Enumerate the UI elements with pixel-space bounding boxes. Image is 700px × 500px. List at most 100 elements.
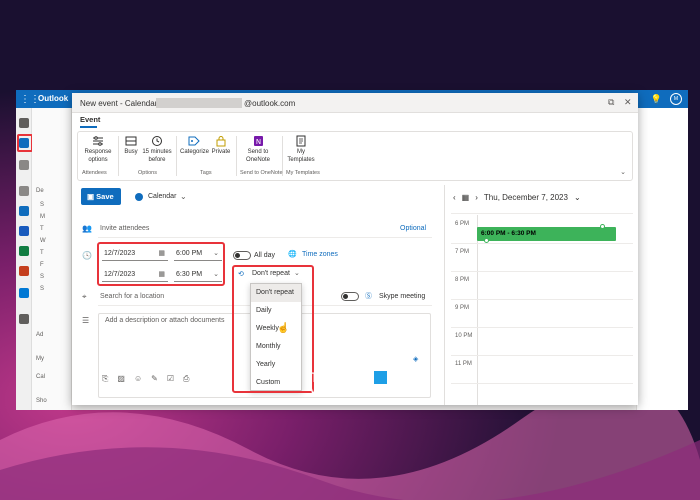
chevron-down-icon[interactable]: ⌄ [180, 192, 187, 201]
busy-label: Busy [124, 149, 138, 155]
notes-icon: ☰ [82, 316, 90, 325]
pop-out-icon[interactable]: ⧉ [608, 97, 614, 108]
tag-icon [188, 136, 200, 146]
private-button[interactable]: Private [210, 135, 232, 156]
day-navigation: ‹ ▦ › Thu, December 7, 2023 ⌄ [453, 193, 581, 202]
grid-line [451, 383, 633, 384]
divider [98, 237, 432, 238]
app-launcher-icon[interactable]: ⋮⋮ [20, 94, 40, 105]
attach-icon[interactable]: ⎘ [102, 374, 108, 384]
my-templates-label: My Templates [287, 149, 315, 163]
image-icon[interactable]: ▨ [117, 374, 125, 384]
grid-line [451, 271, 633, 272]
send-to-onenote-button[interactable]: N Send to OneNote [238, 135, 278, 164]
folder-fragment: T [40, 226, 44, 232]
group-attendees: Attendees [82, 170, 107, 176]
all-day-label: All day [254, 252, 276, 259]
background-calendar-area [636, 108, 688, 410]
more-apps-icon[interactable] [19, 314, 29, 324]
folder-fragment: S [40, 286, 45, 292]
emoji-icon[interactable]: ☺ [134, 374, 142, 384]
powerpoint-icon[interactable] [19, 266, 29, 276]
excel-icon[interactable] [19, 246, 29, 256]
chevron-left-icon[interactable]: ‹ [453, 193, 456, 202]
dialog-title-bar: New event - Calendar - @outlook.com ⧉ ✕ [72, 93, 638, 113]
reminder-label: 15 minutes before [142, 149, 172, 163]
categorize-button[interactable]: Categorize [180, 135, 209, 156]
reminder-button[interactable]: 15 minutes before [142, 135, 172, 164]
event-resize-handle[interactable] [600, 224, 605, 229]
add-people-icon: 👥 [82, 224, 92, 233]
hour-label: 6 PM [455, 221, 470, 227]
description-toolbar: ⎘ ▨ ☺ ✎ ☑ ⎙ [102, 374, 189, 384]
todo-icon[interactable] [19, 206, 29, 216]
folder-fragment: W [40, 238, 46, 244]
reminder-clock-icon [152, 136, 162, 146]
save-label: Save [96, 192, 114, 201]
ribbon-expand-icon[interactable]: ⌄ [620, 168, 626, 176]
group-send-to-onenote: Send to OneNote [240, 170, 283, 176]
my-templates-button[interactable]: My Templates [285, 135, 317, 164]
day-calendar-pane: ‹ ▦ › Thu, December 7, 2023 ⌄ 6 PM 7 PM … [444, 185, 638, 405]
invite-attendees-input[interactable]: Invite attendees [100, 225, 149, 232]
top-bar-actions: 💡 M [651, 93, 682, 105]
hour-label: 8 PM [455, 277, 470, 283]
busy-button[interactable]: Busy [122, 135, 140, 156]
onedrive-icon[interactable] [19, 288, 29, 298]
calendar-today-icon[interactable]: ▦ [462, 193, 470, 202]
location-pin-icon: ⌖ [82, 292, 87, 301]
attach-icon[interactable] [19, 186, 29, 196]
watermark-logo [374, 371, 387, 384]
grid-line [451, 355, 633, 356]
day-date-label[interactable]: Thu, December 7, 2023 [484, 193, 568, 202]
chevron-right-icon[interactable]: › [475, 193, 478, 202]
optional-link[interactable]: Optional [400, 225, 426, 232]
chevron-down-icon[interactable]: ⌄ [574, 193, 581, 202]
onenote-icon: N [254, 136, 263, 146]
save-button[interactable]: ▣ Save [81, 188, 121, 205]
skype-icon: Ⓢ [365, 293, 372, 300]
more-formatting-icon[interactable]: ⎙ [183, 374, 189, 384]
templates-icon [296, 135, 306, 147]
calendar-event-block[interactable]: 6:00 PM - 6:30 PM [477, 227, 616, 241]
response-options-button[interactable]: Response options [82, 135, 114, 164]
event-resize-handle[interactable] [484, 238, 489, 243]
response-options-icon [93, 136, 103, 146]
folder-fragment: Ad [36, 332, 44, 338]
grid-line [451, 243, 633, 244]
location-input[interactable]: Search for a location [100, 293, 164, 300]
calendar-selector[interactable]: Calendar [148, 193, 176, 200]
all-day-toggle[interactable] [233, 251, 251, 260]
folder-fragment: De [36, 188, 44, 194]
skype-toggle[interactable] [341, 292, 359, 301]
people-icon[interactable] [19, 160, 29, 170]
folder-fragment: S [40, 274, 45, 280]
tab-event[interactable]: Event [80, 115, 100, 124]
avatar[interactable]: M [670, 93, 682, 105]
calendar-color-dot [135, 193, 143, 201]
time-zones-link[interactable]: Time zones [302, 251, 338, 258]
globe-icon: 🌐 [288, 251, 297, 258]
dialog-title: New event - Calendar - [80, 99, 163, 108]
response-options-label: Response options [84, 149, 112, 163]
checklist-icon[interactable]: ☑ [167, 374, 174, 384]
folder-fragment: Cal [36, 374, 46, 380]
folder-fragment: My [36, 356, 44, 362]
word-icon[interactable] [19, 226, 29, 236]
ribbon-separator [176, 136, 177, 176]
mail-icon[interactable] [19, 118, 29, 128]
hour-label: 9 PM [455, 305, 470, 311]
close-icon[interactable]: ✕ [624, 97, 632, 108]
clock-icon: 🕓 [82, 251, 92, 260]
repeat-highlight-box [232, 265, 314, 393]
designer-icon[interactable]: ◈ [413, 355, 418, 363]
tips-icon[interactable]: 💡 [651, 94, 662, 105]
svg-text:N: N [256, 138, 261, 146]
hour-label: 7 PM [455, 249, 470, 255]
tab-event-underline [80, 126, 97, 128]
new-event-dialog: New event - Calendar - @outlook.com ⧉ ✕ … [72, 93, 638, 405]
grid-line [451, 213, 633, 214]
highlighter-icon[interactable]: ✎ [151, 374, 158, 384]
folder-fragment: F [40, 262, 44, 268]
lock-icon [216, 136, 226, 147]
